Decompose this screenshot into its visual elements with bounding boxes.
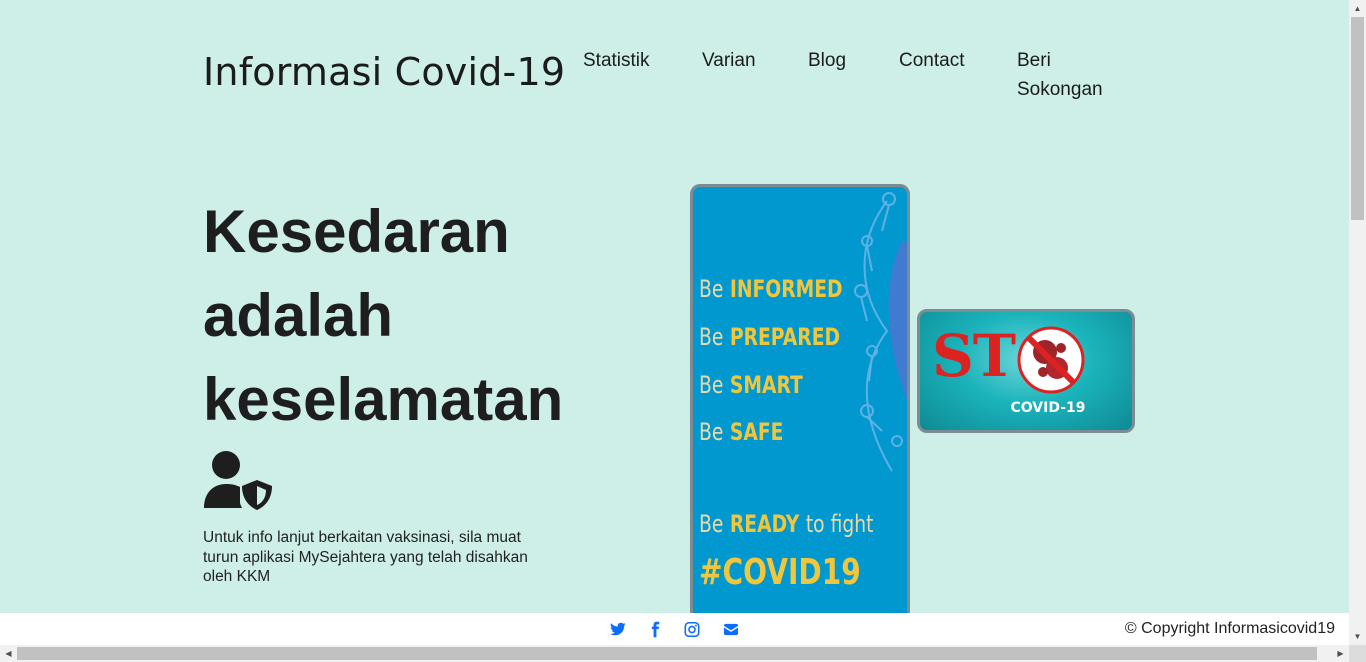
hero-title-line: adalah <box>203 282 394 349</box>
horizontal-scroll-thumb[interactable] <box>17 647 1317 660</box>
scroll-right-arrow-icon[interactable]: ▶ <box>1332 645 1349 662</box>
footer: © Copyright Informasicovid19 <box>0 613 1349 645</box>
instagram-icon[interactable] <box>683 621 701 638</box>
poster-line: Be INFORMED <box>699 275 843 303</box>
scroll-up-arrow-icon[interactable]: ▲ <box>1349 0 1366 17</box>
scroll-down-arrow-icon[interactable]: ▼ <box>1349 628 1366 645</box>
nav-link-beri-sokongan[interactable]: Beri Sokongan <box>1017 46 1127 104</box>
no-virus-icon <box>1017 326 1085 394</box>
stop-covid-badge: ST P COVID-19 <box>917 309 1135 433</box>
vaccination-info-text: Untuk info lanjut berkaitan vaksinasi, s… <box>203 529 528 585</box>
hero-title-line: keselamatan <box>203 366 564 433</box>
poster-hashtag: #COVID19 <box>699 552 861 593</box>
vertical-scroll-thumb[interactable] <box>1351 17 1364 220</box>
hero-title: Kesedaran adalah keselamatan <box>203 190 663 442</box>
horizontal-scrollbar[interactable]: ◀ ▶ <box>0 645 1349 662</box>
scrollbar-corner <box>1349 645 1366 662</box>
vertical-scrollbar[interactable]: ▲ ▼ <box>1349 0 1366 645</box>
user-shield-icon <box>204 451 272 510</box>
covid-awareness-poster: Be INFORMED Be PREPARED Be SMART Be SAFE… <box>690 184 910 645</box>
poster-line: Be SMART <box>699 371 803 399</box>
nav-link-varian[interactable]: Varian <box>702 46 756 75</box>
page: Informasi Covid-19 Statistik Varian Blog… <box>0 0 1349 645</box>
poster-line: Be SAFE <box>699 418 784 446</box>
scroll-left-arrow-icon[interactable]: ◀ <box>0 645 17 662</box>
poster-ready-line: Be READY to fight <box>699 510 874 538</box>
hero-title-line: Kesedaran <box>203 198 510 265</box>
email-icon[interactable] <box>722 621 740 638</box>
nav-link-contact[interactable]: Contact <box>899 46 964 75</box>
poster-line: Be PREPARED <box>699 323 841 351</box>
nav-link-statistik[interactable]: Statistik <box>583 46 650 75</box>
nav-link-blog[interactable]: Blog <box>808 46 846 75</box>
facebook-icon[interactable] <box>646 621 664 638</box>
site-brand[interactable]: Informasi Covid-19 <box>203 50 565 94</box>
copyright-text: © Copyright Informasicovid19 <box>1124 620 1335 637</box>
twitter-icon[interactable] <box>609 621 627 638</box>
stop-badge-tag: COVID-19 <box>1010 400 1086 416</box>
